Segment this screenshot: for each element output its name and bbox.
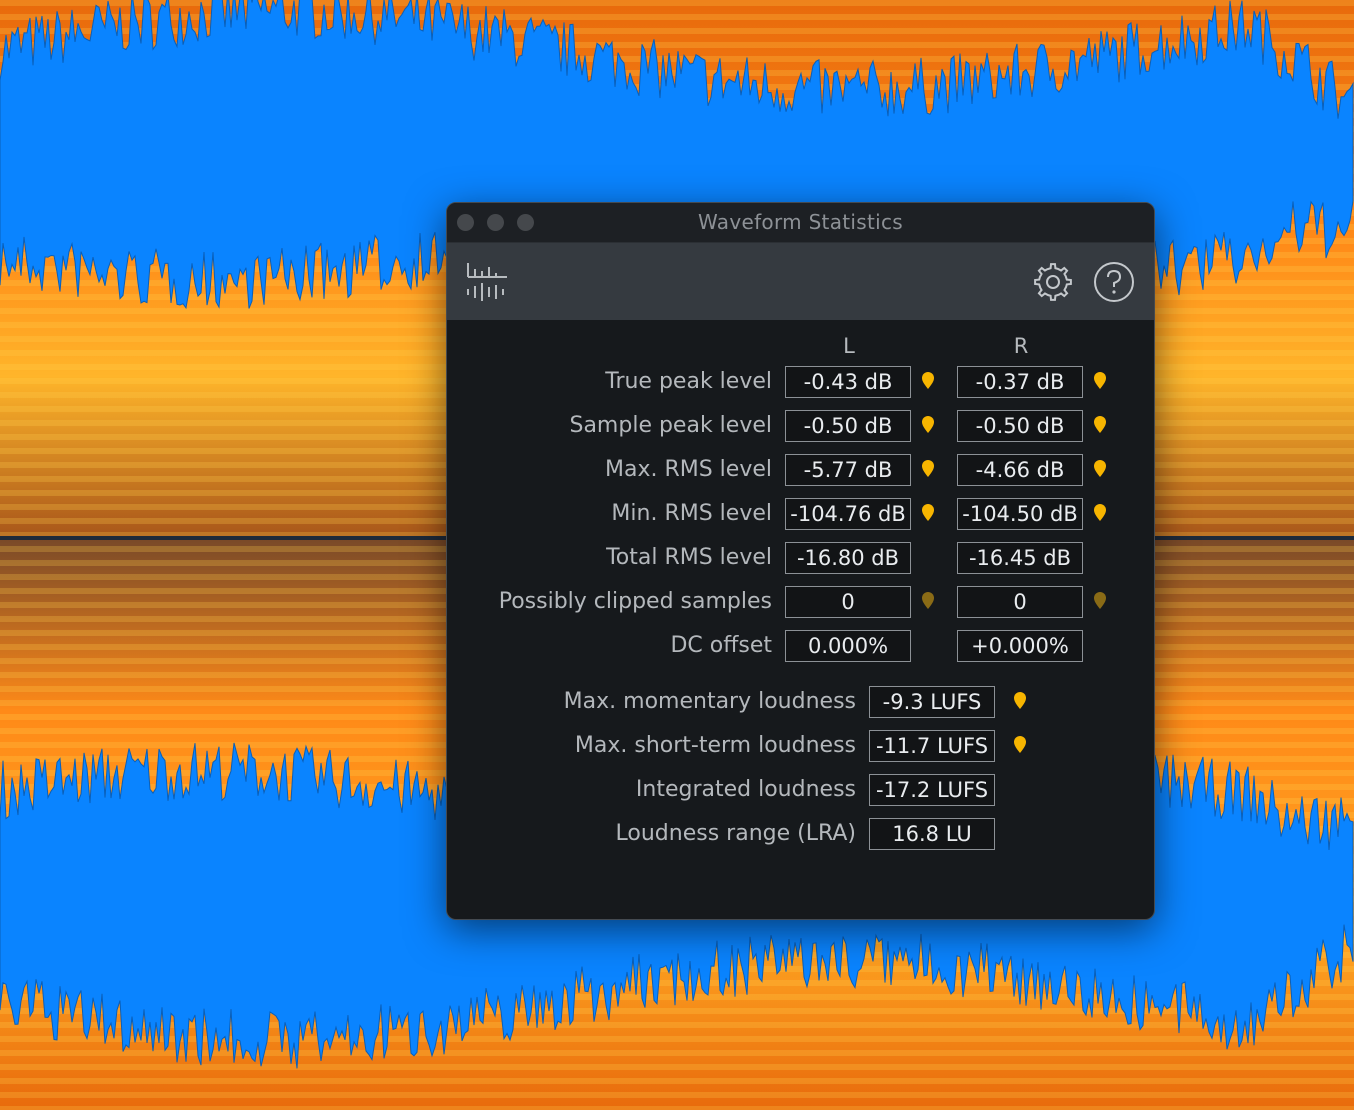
stat-value-right[interactable]: -104.50 dB [957, 498, 1083, 530]
stat-label: Min. RMS level [611, 501, 772, 526]
loudness-value[interactable]: -17.2 LUFS [869, 774, 995, 806]
marker-right-icon[interactable] [1093, 416, 1107, 434]
loudness-label: Integrated loudness [635, 777, 856, 802]
stat-row: Total RMS level -16.80 dB -16.45 dB [447, 541, 1154, 575]
stat-value-right[interactable]: -16.45 dB [957, 542, 1083, 574]
loudness-value[interactable]: 16.8 LU [869, 818, 995, 850]
stat-value-left[interactable]: -5.77 dB [785, 454, 911, 486]
loudness-value[interactable]: -11.7 LUFS [869, 730, 995, 762]
loudness-label: Max. momentary loudness [563, 689, 856, 714]
stat-row: Min. RMS level -104.76 dB -104.50 dB [447, 497, 1154, 531]
stat-value-right[interactable]: 0 [957, 586, 1083, 618]
stat-value-left[interactable]: 0 [785, 586, 911, 618]
stat-value-left[interactable]: -104.76 dB [785, 498, 911, 530]
marker-right-icon[interactable] [1093, 592, 1107, 610]
stat-value-left[interactable]: -16.80 dB [785, 542, 911, 574]
stat-row: Possibly clipped samples 0 0 [447, 585, 1154, 619]
stat-value-left[interactable]: 0.000% [785, 630, 911, 662]
marker-left-icon[interactable] [921, 460, 935, 478]
stat-value-left[interactable]: -0.50 dB [785, 410, 911, 442]
stat-label: Total RMS level [606, 545, 772, 570]
title-bar[interactable]: Waveform Statistics [447, 203, 1154, 243]
stat-label: Sample peak level [569, 413, 772, 438]
toolbar [447, 243, 1154, 320]
stat-row: True peak level -0.43 dB -0.37 dB [447, 365, 1154, 399]
marker-icon[interactable] [1013, 736, 1027, 754]
stat-row: DC offset 0.000% +0.000% [447, 629, 1154, 663]
marker-left-icon[interactable] [921, 504, 935, 522]
gear-icon[interactable] [1032, 261, 1074, 303]
statistics-panel: L R True peak level -0.43 dB -0.37 dB Sa… [447, 320, 1154, 919]
window-title: Waveform Statistics [697, 210, 903, 234]
stat-label: Possibly clipped samples [498, 589, 772, 614]
marker-left-icon[interactable] [921, 372, 935, 390]
stat-label: Max. RMS level [604, 457, 772, 482]
loudness-row: Max. short-term loudness -11.7 LUFS [447, 729, 1154, 763]
stat-row: Sample peak level -0.50 dB -0.50 dB [447, 409, 1154, 443]
stat-row: Max. RMS level -5.77 dB -4.66 dB [447, 453, 1154, 487]
waveform-statistics-icon [467, 263, 507, 301]
stat-value-right[interactable]: -0.37 dB [957, 366, 1083, 398]
stat-value-left[interactable]: -0.43 dB [785, 366, 911, 398]
marker-right-icon[interactable] [1093, 460, 1107, 478]
waveform-statistics-window: Waveform Statistics L R True peak level … [446, 202, 1155, 920]
help-icon[interactable] [1093, 261, 1135, 303]
loudness-label: Loudness range (LRA) [615, 821, 856, 846]
stat-value-right[interactable]: -0.50 dB [957, 410, 1083, 442]
stat-value-right[interactable]: +0.000% [957, 630, 1083, 662]
loudness-value[interactable]: -9.3 LUFS [869, 686, 995, 718]
column-header-left: L [843, 334, 855, 358]
marker-left-icon[interactable] [921, 592, 935, 610]
marker-left-icon[interactable] [921, 416, 935, 434]
stat-value-right[interactable]: -4.66 dB [957, 454, 1083, 486]
stat-label: True peak level [605, 369, 772, 394]
loudness-row: Loudness range (LRA) 16.8 LU [447, 817, 1154, 851]
loudness-label: Max. short-term loudness [574, 733, 856, 758]
stat-label: DC offset [670, 633, 772, 658]
column-header-right: R [1013, 334, 1029, 358]
marker-right-icon[interactable] [1093, 504, 1107, 522]
loudness-row: Integrated loudness -17.2 LUFS [447, 773, 1154, 807]
marker-icon[interactable] [1013, 692, 1027, 710]
marker-right-icon[interactable] [1093, 372, 1107, 390]
loudness-row: Max. momentary loudness -9.3 LUFS [447, 685, 1154, 719]
